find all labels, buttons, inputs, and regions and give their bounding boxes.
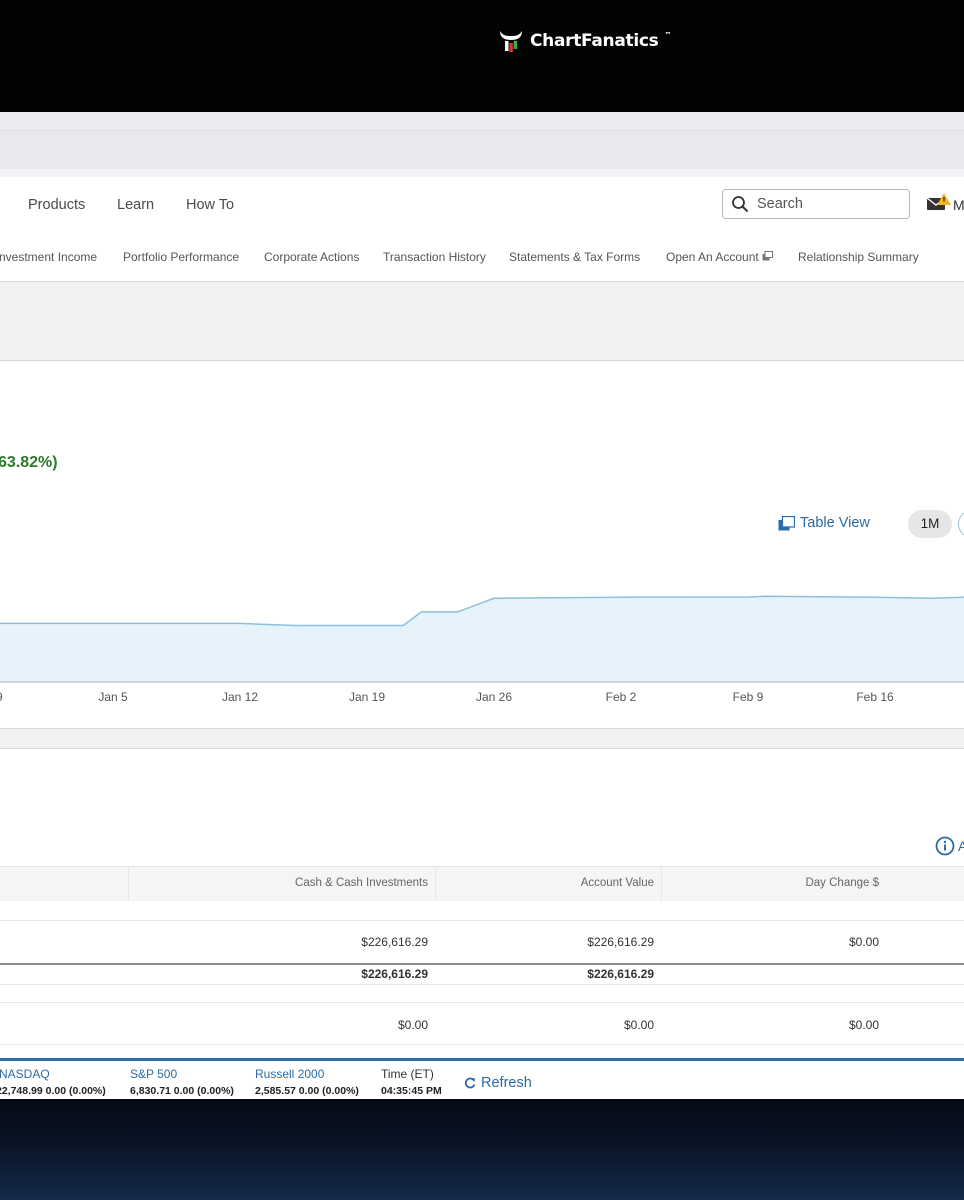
row-divider — [0, 920, 964, 921]
balances-table-header: Cash & Cash Investments Account Value Da… — [0, 866, 964, 901]
nav-how-to[interactable]: How To — [186, 197, 234, 213]
row3-day-change: $0.00 — [848, 1018, 879, 1032]
account-subnav: nvestment Income Portfolio Performance C… — [0, 233, 964, 282]
table-view-icon — [778, 515, 795, 530]
x-tick-label: Feb 16 — [856, 690, 894, 702]
open-account-label: Open An Account — [666, 250, 759, 264]
row1-day-change: $0.00 — [848, 935, 879, 949]
x-tick-label: Feb 2 — [606, 690, 637, 702]
performance-area-chart: 9 Jan 5 Jan 12 Jan 19 Jan 26 Feb 2 Feb 9 Feb 16 — [0, 595, 964, 702]
x-tick-label: Jan 19 — [349, 690, 385, 702]
brand-logo: ChartFanatics ™ — [498, 27, 671, 55]
row-divider — [0, 984, 964, 985]
x-tick-label: Feb 9 — [733, 690, 764, 702]
period-next-button[interactable] — [958, 510, 964, 538]
subnav-open-an-account[interactable]: Open An Account — [666, 250, 774, 264]
browser-divider — [0, 169, 964, 177]
total-cash: $226,616.29 — [361, 967, 428, 981]
x-tick-label: Jan 26 — [476, 690, 512, 702]
section-divider-band — [0, 728, 964, 749]
row1-account-value: $226,616.29 — [587, 935, 654, 949]
refresh-label: Refresh — [481, 1075, 532, 1091]
search-box[interactable] — [722, 189, 910, 219]
x-tick-label: Jan 12 — [222, 690, 258, 702]
total-divider — [0, 963, 964, 965]
footer-sp500-name[interactable]: S&P 500 — [130, 1067, 177, 1081]
brand-tm: ™ — [664, 31, 672, 39]
messages-label[interactable]: M — [953, 197, 964, 213]
x-tick-label: 9 — [0, 690, 3, 702]
total-account-value: $226,616.29 — [587, 967, 654, 981]
column-divider — [661, 867, 662, 901]
footer-time-label: Time (ET) — [381, 1067, 434, 1081]
messages-alert-icon[interactable] — [926, 192, 952, 214]
footer-sp500-value: 6,830.71 0.00 (0.00%) — [130, 1085, 234, 1097]
header-cash-investments[interactable]: Cash & Cash Investments — [295, 877, 428, 889]
subnav-relationship-summary[interactable]: Relationship Summary — [798, 250, 919, 264]
browser-tab-strip — [0, 112, 964, 131]
refresh-button[interactable]: Refresh — [464, 1075, 532, 1091]
footer-time-value: 04:35:45 PM — [381, 1085, 442, 1097]
footer-nasdaq-name[interactable]: NASDAQ — [0, 1067, 50, 1081]
period-1m-button[interactable]: 1M — [908, 510, 952, 538]
subnav-investment-income[interactable]: nvestment Income — [0, 250, 97, 264]
bull-logo-icon — [500, 31, 522, 52]
nav-products[interactable]: Products — [28, 197, 85, 213]
refresh-icon — [464, 1077, 476, 1089]
search-icon — [732, 196, 749, 213]
gain-percent: 63.82%) — [0, 454, 58, 471]
header-day-change[interactable]: Day Change $ — [805, 877, 879, 889]
subnav-portfolio-performance[interactable]: Portfolio Performance — [123, 250, 239, 264]
browser-address-bar — [0, 131, 964, 169]
x-tick-label: Jan 5 — [98, 690, 128, 702]
nav-learn[interactable]: Learn — [117, 197, 154, 213]
table-view-label: Table View — [800, 515, 870, 531]
footer-russell-value: 2,585.57 0.00 (0.00%) — [255, 1085, 359, 1097]
row1-cash: $226,616.29 — [361, 935, 428, 949]
footer-nasdaq-value: 22,748.99 0.00 (0.00%) — [0, 1085, 106, 1097]
header-account-value[interactable]: Account Value — [581, 877, 654, 889]
footer-russell-name[interactable]: Russell 2000 — [255, 1067, 324, 1081]
column-divider — [128, 867, 129, 901]
info-icon[interactable] — [935, 836, 955, 856]
video-bottom-band — [0, 1099, 964, 1200]
row-divider — [0, 1044, 964, 1045]
browser-screen: Products Learn How To M nvestment Income… — [0, 112, 964, 1099]
search-input[interactable] — [755, 195, 899, 213]
subnav-transaction-history[interactable]: Transaction History — [383, 250, 486, 264]
info-label[interactable]: A — [958, 838, 964, 854]
subnav-corporate-actions[interactable]: Corporate Actions — [264, 250, 359, 264]
video-top-band: ChartFanatics ™ — [0, 0, 964, 112]
series-area — [0, 596, 964, 682]
row3-account-value: $0.00 — [623, 1018, 654, 1032]
external-window-icon — [762, 251, 774, 261]
account-header-band — [0, 282, 964, 361]
brand-name: ChartFanatics — [530, 31, 659, 51]
row-divider — [0, 1002, 964, 1003]
table-view-button[interactable]: Table View — [778, 515, 870, 531]
market-footer: NASDAQ 22,748.99 0.00 (0.00%) S&P 500 6,… — [0, 1058, 964, 1099]
row3-cash: $0.00 — [397, 1018, 428, 1032]
subnav-statements-tax-forms[interactable]: Statements & Tax Forms — [509, 250, 640, 264]
column-divider — [435, 867, 436, 901]
top-nav: Products Learn How To M — [0, 177, 964, 234]
